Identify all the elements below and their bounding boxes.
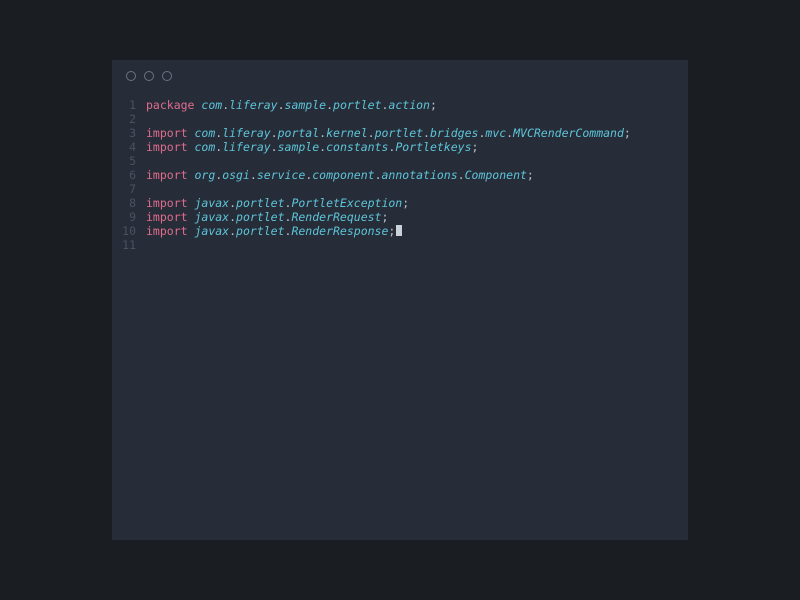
identifier-token: component: [312, 168, 374, 182]
identifier-token: liferay: [222, 126, 270, 140]
close-icon[interactable]: [126, 71, 136, 81]
punct-token: ;: [430, 98, 437, 112]
code-content[interactable]: package com.liferay.sample.portlet.actio…: [146, 98, 437, 112]
line-number: 7: [112, 182, 146, 196]
line-number: 4: [112, 140, 146, 154]
code-content[interactable]: import javax.portlet.RenderRequest;: [146, 210, 388, 224]
punct-token: .: [271, 140, 278, 154]
punct-token: ;: [402, 196, 409, 210]
identifier-token: portlet: [236, 196, 284, 210]
punct-token: .: [250, 168, 257, 182]
identifier-token: action: [388, 98, 430, 112]
identifier-token: PortletException: [291, 196, 402, 210]
identifier-token: org: [194, 168, 215, 182]
code-line[interactable]: 10import javax.portlet.RenderResponse;: [112, 224, 688, 238]
keyword-token: import: [146, 126, 188, 140]
punct-token: .: [458, 168, 465, 182]
code-line[interactable]: 1package com.liferay.sample.portlet.acti…: [112, 98, 688, 112]
punct-token: .: [375, 168, 382, 182]
code-line[interactable]: 11: [112, 238, 688, 252]
identifier-token: constants: [326, 140, 388, 154]
identifier-token: MVCRenderCommand: [513, 126, 624, 140]
punct-token: .: [326, 98, 333, 112]
identifier-token: portlet: [375, 126, 423, 140]
identifier-token: annotations: [382, 168, 458, 182]
identifier-token: sample: [285, 98, 327, 112]
punct-token: .: [368, 126, 375, 140]
identifier-token: javax: [194, 224, 229, 238]
identifier-token: com: [201, 98, 222, 112]
punct-token: .: [229, 210, 236, 224]
code-line[interactable]: 8import javax.portlet.PortletException;: [112, 196, 688, 210]
code-line[interactable]: 6import org.osgi.service.component.annot…: [112, 168, 688, 182]
line-number: 3: [112, 126, 146, 140]
identifier-token: RenderResponse: [291, 224, 388, 238]
punct-token: .: [423, 126, 430, 140]
titlebar: [112, 60, 688, 92]
code-content[interactable]: import org.osgi.service.component.annota…: [146, 168, 534, 182]
punct-token: .: [271, 126, 278, 140]
code-line[interactable]: 7: [112, 182, 688, 196]
punct-token: ;: [381, 210, 388, 224]
code-area[interactable]: 1package com.liferay.sample.portlet.acti…: [112, 92, 688, 540]
punct-token: ;: [472, 140, 479, 154]
keyword-token: package: [146, 98, 194, 112]
line-number: 8: [112, 196, 146, 210]
punct-token: ;: [624, 126, 631, 140]
punct-token: ;: [388, 224, 395, 238]
identifier-token: portal: [278, 126, 320, 140]
minimize-icon[interactable]: [144, 71, 154, 81]
identifier-token: javax: [194, 196, 229, 210]
line-number: 2: [112, 112, 146, 126]
keyword-token: import: [146, 140, 188, 154]
identifier-token: com: [194, 140, 215, 154]
punct-token: .: [229, 224, 236, 238]
identifier-token: bridges: [430, 126, 478, 140]
line-number: 1: [112, 98, 146, 112]
line-number: 5: [112, 154, 146, 168]
code-line[interactable]: 9import javax.portlet.RenderRequest;: [112, 210, 688, 224]
line-number: 10: [112, 224, 146, 238]
line-number: 6: [112, 168, 146, 182]
line-number: 9: [112, 210, 146, 224]
identifier-token: portlet: [333, 98, 381, 112]
code-line[interactable]: 4import com.liferay.sample.constants.Por…: [112, 140, 688, 154]
identifier-token: liferay: [229, 98, 277, 112]
keyword-token: import: [146, 168, 188, 182]
editor-window: 1package com.liferay.sample.portlet.acti…: [112, 60, 688, 540]
identifier-token: service: [257, 168, 305, 182]
line-number: 11: [112, 238, 146, 252]
keyword-token: import: [146, 224, 188, 238]
zoom-icon[interactable]: [162, 71, 172, 81]
text-cursor: [396, 225, 402, 236]
identifier-token: osgi: [222, 168, 250, 182]
code-content[interactable]: import javax.portlet.RenderResponse;: [146, 224, 402, 238]
identifier-token: Component: [465, 168, 527, 182]
code-content[interactable]: import javax.portlet.PortletException;: [146, 196, 409, 210]
code-line[interactable]: 2: [112, 112, 688, 126]
code-line[interactable]: 5: [112, 154, 688, 168]
identifier-token: javax: [194, 210, 229, 224]
identifier-token: liferay: [222, 140, 270, 154]
identifier-token: portlet: [236, 210, 284, 224]
keyword-token: import: [146, 196, 188, 210]
keyword-token: import: [146, 210, 188, 224]
identifier-token: com: [194, 126, 215, 140]
identifier-token: Portletkeys: [395, 140, 471, 154]
code-content[interactable]: import com.liferay.portal.kernel.portlet…: [146, 126, 631, 140]
punct-token: ;: [527, 168, 534, 182]
punct-token: .: [278, 98, 285, 112]
identifier-token: RenderRequest: [291, 210, 381, 224]
code-content[interactable]: import com.liferay.sample.constants.Port…: [146, 140, 478, 154]
code-line[interactable]: 3import com.liferay.portal.kernel.portle…: [112, 126, 688, 140]
identifier-token: kernel: [326, 126, 368, 140]
identifier-token: sample: [278, 140, 320, 154]
punct-token: .: [229, 196, 236, 210]
identifier-token: mvc: [485, 126, 506, 140]
identifier-token: portlet: [236, 224, 284, 238]
